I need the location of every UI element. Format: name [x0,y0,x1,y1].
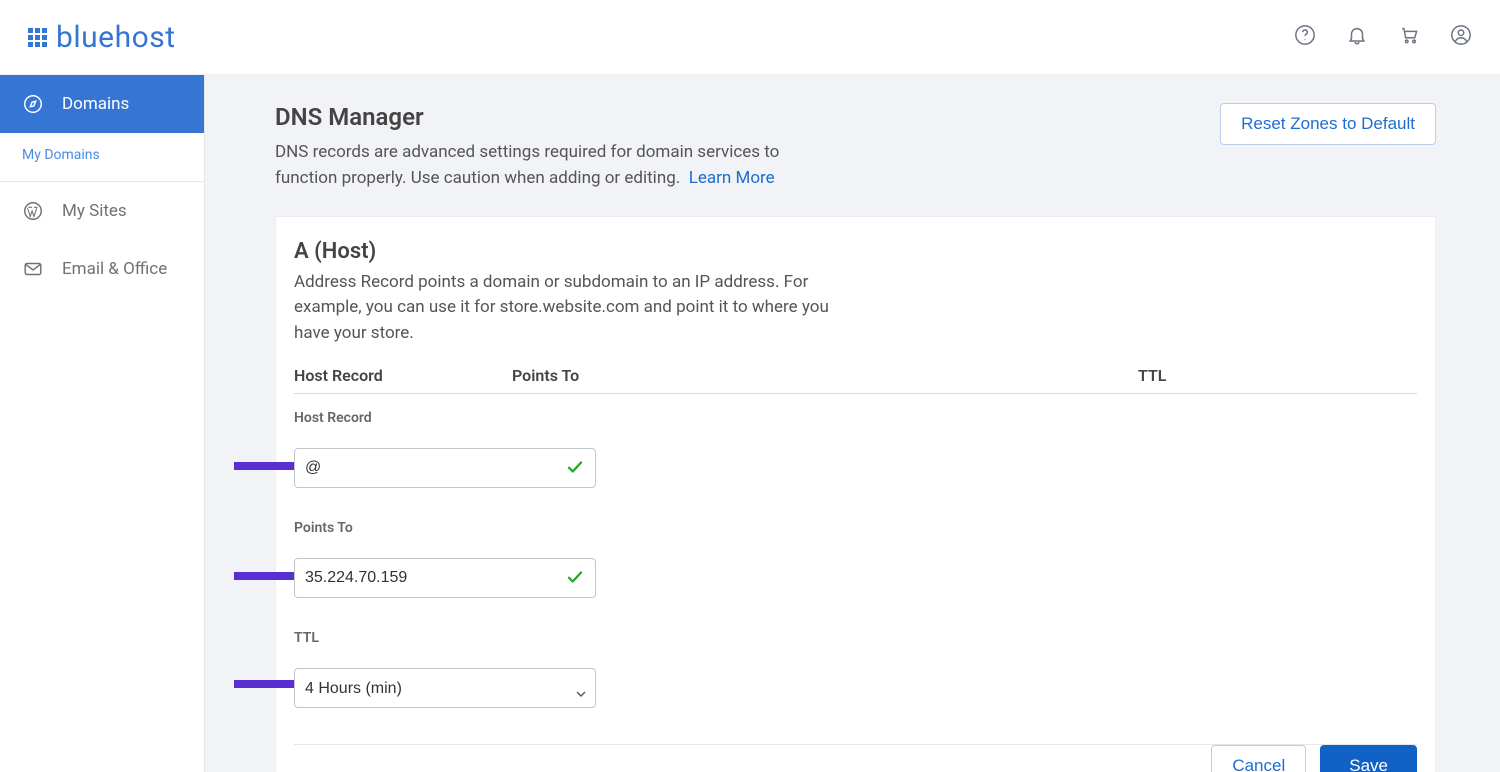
host-record-input[interactable] [294,448,596,488]
brand-name: bluehost [56,20,176,55]
sidebar-item-label: Email & Office [62,259,167,279]
col-points-to: Points To [512,366,1138,385]
sidebar-item-my-sites[interactable]: My Sites [0,182,204,240]
learn-more-link[interactable]: Learn More [689,168,775,188]
top-icons [1294,24,1472,50]
check-icon [566,568,584,590]
bell-icon[interactable] [1346,24,1368,50]
a-host-card: A (Host) Address Record points a domain … [275,216,1436,772]
sidebar-item-email-office[interactable]: Email & Office [0,240,204,298]
top-bar: bluehost [0,0,1500,75]
ttl-label: TTL [294,630,1417,646]
page-title: DNS Manager [275,103,835,131]
check-icon [566,458,584,480]
points-to-input[interactable] [294,558,596,598]
wordpress-icon [22,200,44,222]
sidebar-sub-my-domains[interactable]: My Domains [0,133,204,182]
ttl-select[interactable]: 4 Hours (min) [294,668,596,708]
cart-icon[interactable] [1398,24,1420,50]
record-columns-header: Host Record Points To TTL [294,366,1417,394]
page-description: DNS records are advanced settings requir… [275,139,835,192]
sidebar-item-domains[interactable]: Domains [0,75,204,133]
brand-grid-icon [28,28,46,46]
col-host-record: Host Record [294,366,512,385]
compass-icon [22,93,44,115]
col-ttl: TTL [1138,366,1417,385]
sidebar: Domains My Domains My Sites Email & Offi… [0,75,205,772]
save-button[interactable]: Save [1320,745,1417,772]
help-icon[interactable] [1294,24,1316,50]
card-description: Address Record points a domain or subdom… [294,270,834,347]
main-content: DNS Manager DNS records are advanced set… [205,75,1500,772]
card-title: A (Host) [294,239,1417,264]
host-record-label: Host Record [294,410,1417,426]
cancel-button[interactable]: Cancel [1211,745,1306,772]
reset-zones-button[interactable]: Reset Zones to Default [1220,103,1436,145]
user-icon[interactable] [1450,24,1472,50]
sidebar-item-label: Domains [62,94,129,114]
sidebar-item-label: My Sites [62,201,127,221]
brand[interactable]: bluehost [28,20,176,55]
points-to-label: Points To [294,520,1417,536]
mail-icon [22,258,44,280]
